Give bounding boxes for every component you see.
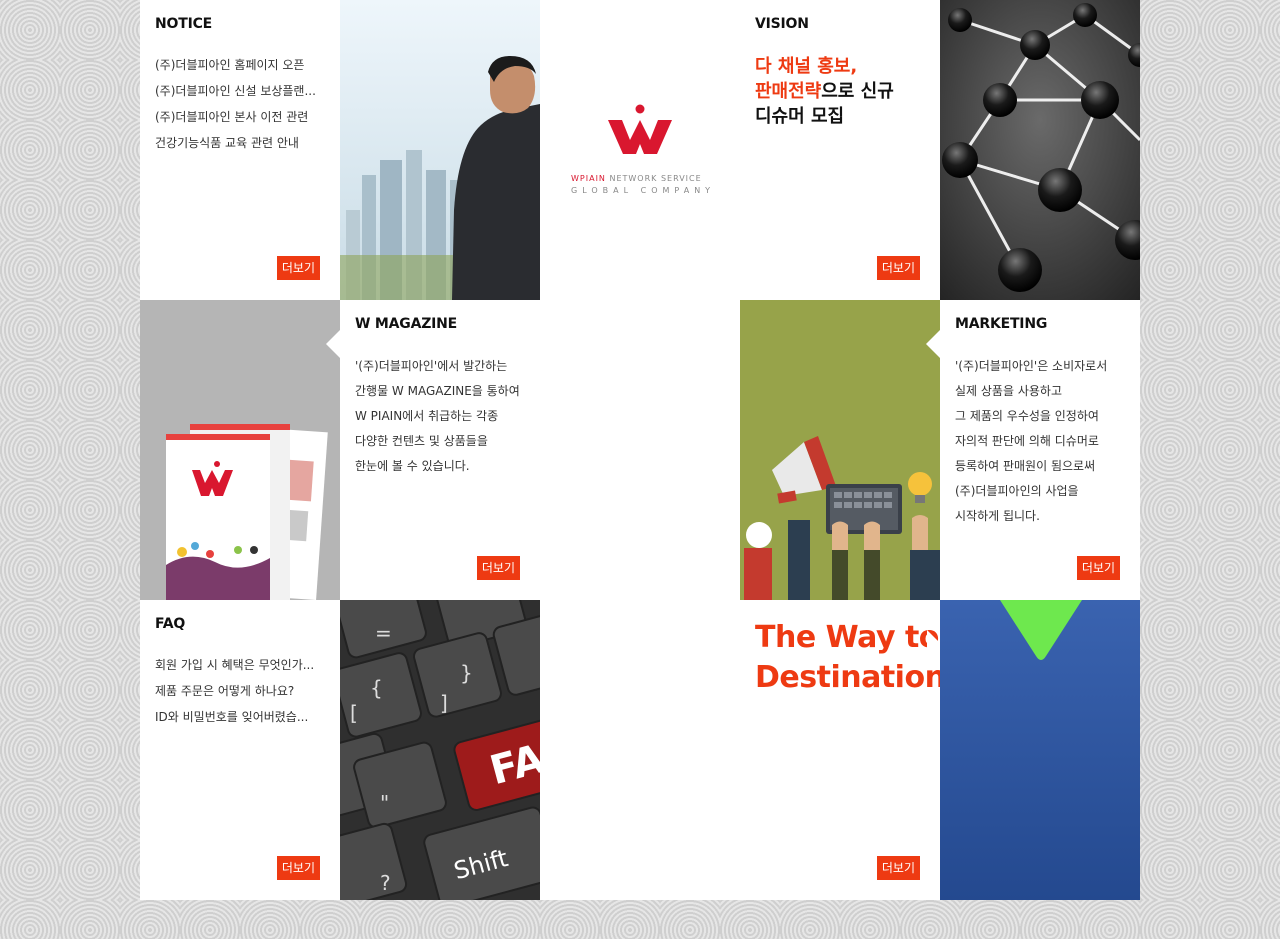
svg-text:}: }: [460, 661, 473, 685]
vision-line1: 다 채널 홍보,: [755, 56, 858, 77]
network-image: [940, 0, 1140, 300]
keyboard-image: FA Shift = { } ] [ " ?: [340, 600, 540, 900]
vision-title: VISION: [755, 16, 809, 32]
vision-line2-rest: 으로 신규: [821, 81, 894, 102]
magazine-panel: W MAGAZINE '(주)더블피아인'에서 발간하는 간행물 W MAGAZ…: [326, 300, 540, 600]
marketing-line: 그 제품의 우수성을 인정하여: [955, 409, 1099, 423]
destination-slogan: The Way to Destination: [755, 618, 940, 698]
faq-title: FAQ: [155, 616, 186, 632]
logo-panel: WPIAIN NETWORK SERVICE GLOBAL COMPANY: [540, 0, 740, 300]
notice-item[interactable]: (주)더블피아인 홈페이지 오픈: [155, 52, 325, 78]
destination-panel: The Way to Destination 더보기: [740, 600, 940, 900]
notice-item[interactable]: (주)더블피아인 본사 이전 관련: [155, 104, 325, 130]
down-arrow-icon: [1000, 600, 1082, 660]
svg-text:": ": [380, 791, 389, 815]
vision-slogan: 다 채널 홍보, 판매전략으로 신규 디슈머 모집: [755, 54, 894, 129]
vision-line2-highlight: 판매전략: [755, 81, 822, 102]
marketing-line: 등록하여 판매원이 됨으로써: [955, 459, 1096, 473]
marketing-line: '(주)더블피아인'은 소비자로서: [955, 359, 1108, 373]
magazine-line: 간행물 W MAGAZINE을 통하여: [355, 384, 520, 398]
magazine-line: W PIAIN에서 취급하는 각종: [355, 409, 499, 423]
empty-panel: [540, 300, 740, 600]
logo[interactable]: WPIAIN NETWORK SERVICE GLOBAL COMPANY: [540, 0, 740, 300]
notice-item[interactable]: 건강기능식품 교육 관련 안내: [155, 130, 325, 156]
magazine-illustration: [166, 424, 328, 600]
svg-text:]: ]: [440, 691, 448, 715]
magazine-line: 한눈에 볼 수 있습니다.: [355, 459, 470, 473]
faq-list: 회원 가입 시 혜택은 무엇인가... 제품 주문은 어떻게 하나요? ID와 …: [155, 652, 325, 730]
vision-line3: 디슈머 모집: [755, 106, 845, 127]
magazine-title: W MAGAZINE: [355, 316, 458, 332]
marketing-image: [740, 300, 940, 600]
magazine-description: '(주)더블피아인'에서 발간하는 간행물 W MAGAZINE을 통하여 W …: [355, 354, 540, 479]
svg-text:=: =: [375, 621, 392, 645]
faq-item[interactable]: 제품 주문은 어떻게 하나요?: [155, 678, 325, 704]
marketing-line: 시작하게 됩니다.: [955, 509, 1040, 523]
faq-more-button[interactable]: 더보기: [276, 856, 320, 880]
marketing-more-button[interactable]: 더보기: [1076, 556, 1120, 580]
main-grid: NOTICE (주)더블피아인 홈페이지 오픈 (주)더블피아인 신설 보상플랜…: [140, 0, 1140, 900]
marketing-line: 실제 상품을 사용하고: [955, 384, 1062, 398]
logo-service-text: NETWORK SERVICE: [605, 174, 702, 183]
businessman-image: [340, 0, 540, 300]
empty-panel-bottom: [540, 600, 740, 900]
marketing-description: '(주)더블피아인'은 소비자로서 실제 상품을 사용하고 그 제품의 우수성을…: [955, 354, 1140, 529]
businessman-illustration: [340, 0, 540, 300]
destination-more-button[interactable]: 더보기: [876, 856, 920, 880]
svg-text:[: [: [350, 701, 358, 725]
faq-item[interactable]: ID와 비밀번호를 잊어버렸습...: [155, 704, 325, 730]
vision-panel: VISION 다 채널 홍보, 판매전략으로 신규 디슈머 모집 더보기: [740, 0, 940, 300]
marketing-line: (주)더블피아인의 사업을: [955, 484, 1079, 498]
notice-title: NOTICE: [155, 16, 213, 32]
destination-line2: Destination: [755, 660, 940, 695]
notice-panel: NOTICE (주)더블피아인 홈페이지 오픈 (주)더블피아인 신설 보상플랜…: [140, 0, 340, 300]
destination-line1: The Way to: [755, 620, 939, 655]
svg-text:?: ?: [380, 871, 391, 895]
faq-item[interactable]: 회원 가입 시 혜택은 무엇인가...: [155, 652, 325, 678]
faq-panel: FAQ 회원 가입 시 혜택은 무엇인가... 제품 주문은 어떻게 하나요? …: [140, 600, 340, 900]
logo-brand-text: WPIAIN: [571, 174, 606, 183]
magazine-line: '(주)더블피아인'에서 발간하는: [355, 359, 508, 373]
svg-text:{: {: [370, 676, 383, 700]
marketing-title: MARKETING: [955, 316, 1048, 332]
logo-subtitle: GLOBAL COMPANY: [571, 186, 716, 195]
magazine-image: [140, 300, 340, 600]
keyboard-illustration: FA Shift = { } ] [ " ?: [340, 600, 540, 900]
marketing-illustration: [744, 436, 940, 600]
logo-mark-icon: [608, 104, 672, 154]
network-illustration: [940, 0, 1140, 300]
marketing-line: 자의적 판단에 의해 디슈머로: [955, 434, 1099, 448]
vision-more-button[interactable]: 더보기: [876, 256, 920, 280]
notice-more-button[interactable]: 더보기: [276, 256, 320, 280]
magazine-more-button[interactable]: 더보기: [476, 556, 520, 580]
notice-item[interactable]: (주)더블피아인 신설 보상플랜...: [155, 78, 325, 104]
vision-line2: 판매전략으로 신규: [755, 79, 894, 104]
notice-list: (주)더블피아인 홈페이지 오픈 (주)더블피아인 신설 보상플랜... (주)…: [155, 52, 325, 156]
logo-caption: WPIAIN NETWORK SERVICE: [571, 174, 702, 183]
magazine-line: 다양한 컨텐츠 및 상품들을: [355, 434, 488, 448]
blue-panel: [940, 600, 1140, 900]
marketing-panel: MARKETING '(주)더블피아인'은 소비자로서 실제 상품을 사용하고 …: [926, 300, 1140, 600]
